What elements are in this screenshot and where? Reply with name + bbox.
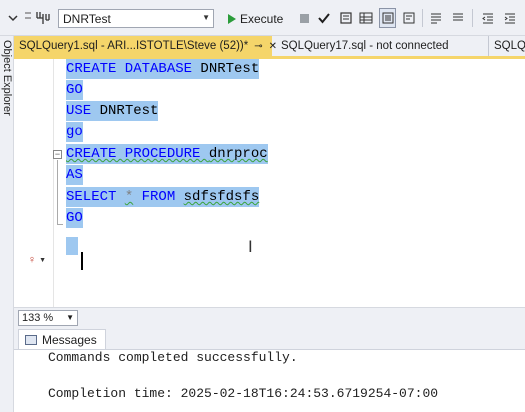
debug-icon[interactable] [338,8,354,28]
keyword: GO [66,210,83,226]
code-line[interactable]: USE DNRTest [66,101,159,121]
query-editor[interactable]: CREATE DATABASE DNRTest GO USE DNRTest g… [14,59,525,307]
execute-button[interactable]: Execute [228,9,283,28]
collapse-icon[interactable]: − [53,150,62,159]
code-line[interactable]: AS [66,165,83,185]
keyword: CREATE DATABASE [66,61,201,77]
change-connection-icon[interactable] [34,8,52,28]
editor-status-bar: 133 % ▼ [14,307,525,327]
results-to-grid-icon[interactable] [358,8,374,28]
tab-overflow[interactable]: SQLQ [488,36,525,56]
identifier: dnrproc [208,146,268,162]
tab-label: Messages [42,332,97,347]
database-select[interactable]: DNRTest ▼ [58,9,214,28]
database-select-value: DNRTest [63,12,111,26]
messages-icon [25,334,37,345]
uncomment-icon[interactable] [450,8,466,28]
ibeam-cursor-icon: Ι [248,237,253,256]
keyword: FROM [133,189,184,205]
editor-margin [14,59,54,307]
zoom-select[interactable]: 133 % ▼ [18,310,78,326]
selection-tail [66,237,78,255]
identifier: sdfsfdsfs [183,189,260,205]
play-icon [228,13,236,24]
comment-out-icon[interactable] [428,8,444,28]
toolbar-overflow-icon[interactable] [22,8,34,28]
keyword: AS [66,167,83,183]
tab-sqlquery17[interactable]: SQLQuery17.sql - not connected [276,36,486,56]
messages-pane[interactable]: Commands completed successfully. Complet… [14,349,525,412]
code-line[interactable]: CREATE DATABASE DNRTest [66,59,260,79]
keyword: go [66,124,83,140]
code-line[interactable]: SELECT * FROM sdfsfdsfs [66,187,260,207]
keyword: GO [66,82,83,98]
fold-guide [57,160,58,224]
pin-icon[interactable]: ⊸ [254,41,262,52]
identifier: DNRTest [99,103,159,119]
execute-label: Execute [240,11,284,26]
increase-indent-icon[interactable] [502,8,518,28]
code-line[interactable]: go [66,122,83,142]
tab-sqlquery1[interactable]: SQLQuery1.sql - ARI...ISTOTLE\Steve (52)… [14,36,277,56]
chevron-down-icon: ▼ [39,256,47,264]
object-explorer-strip[interactable]: Object Explorer [0,36,14,412]
toolbar-divider [422,9,423,27]
chevron-down-icon: ▼ [66,313,74,322]
message-line: Commands completed successfully. [48,350,298,365]
document-tabs: SQLQuery1.sql - ARI...ISTOTLE\Steve (52)… [14,36,525,56]
chevron-down-icon[interactable] [6,8,20,28]
zoom-value: 133 % [22,312,54,324]
operator: * [124,189,134,205]
query-toolbar: DNRTest ▼ Execute [0,0,525,36]
keyword: CREATE PROCEDURE [66,146,209,162]
tab-label: SQLQuery1.sql - ARI...ISTOTLE\Steve (52)… [19,40,249,52]
lightbulb-icon: ♀ [27,254,37,266]
tab-label: SQLQ [494,40,525,52]
keyword: USE [66,103,100,119]
fold-guide-end [57,224,63,225]
toolbar-divider [472,9,473,27]
results-tabs: Messages [14,327,525,349]
object-explorer-label[interactable]: Object Explorer [1,40,13,116]
identifier: DNRTest [200,61,260,77]
code-line[interactable]: GO [66,80,83,100]
parse-check-icon[interactable] [316,8,332,28]
results-to-text-icon[interactable] [379,8,396,28]
text-caret [81,252,83,270]
code-line[interactable]: GO [66,208,83,228]
decrease-indent-icon[interactable] [480,8,496,28]
results-to-file-icon[interactable] [401,8,417,28]
message-line: Completion time: 2025-02-18T16:24:53.671… [48,386,439,401]
chevron-down-icon: ▼ [202,13,210,22]
tab-label: SQLQuery17.sql - not connected [281,40,449,52]
tab-messages[interactable]: Messages [18,329,106,349]
keyword: SELECT [66,189,125,205]
quick-actions-button[interactable]: ♀ ▼ [22,252,52,268]
code-line[interactable]: CREATE PROCEDURE dnrproc [66,144,268,164]
stop-icon[interactable] [296,8,312,28]
